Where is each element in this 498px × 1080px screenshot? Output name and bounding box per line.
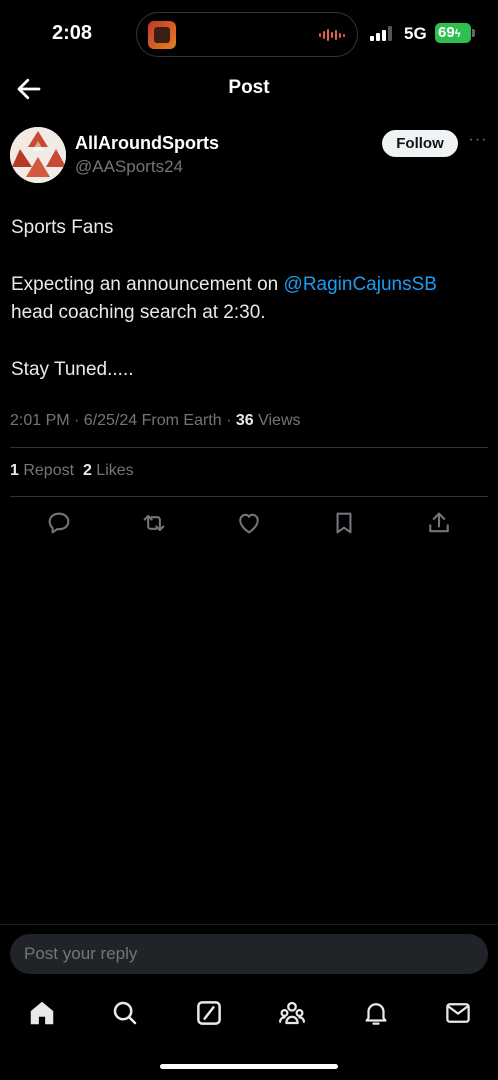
post-line-coaching: head coaching search at 2:30. — [11, 302, 266, 323]
dynamic-island[interactable] — [136, 12, 358, 57]
home-indicator[interactable] — [160, 1064, 338, 1069]
views-count[interactable]: 36 — [236, 412, 254, 429]
repost-icon — [143, 514, 165, 532]
grok-icon — [197, 1001, 221, 1025]
reposts-label[interactable]: Repost — [19, 462, 83, 479]
post-text-prefix: Expecting an announcement on — [11, 274, 284, 295]
engagement-stats: 1 Repost 2 Likes — [10, 462, 134, 480]
post-line-stay-tuned: Stay Tuned..... — [11, 359, 134, 380]
post-text: Sports Fans Expecting an announcement on… — [11, 214, 489, 384]
mention-link[interactable]: @RaginCajunsSB — [284, 274, 437, 295]
nav-messages[interactable] — [443, 998, 473, 1028]
bookmark-button[interactable] — [330, 509, 358, 537]
post-line-announcement: Expecting an announcement on @RaginCajun… — [11, 271, 489, 299]
likes-count[interactable]: 2 — [83, 462, 92, 479]
home-icon — [30, 1001, 54, 1025]
signal-icon — [370, 25, 392, 41]
battery-icon: 69ϟ — [435, 23, 475, 43]
divider — [0, 924, 498, 925]
divider — [10, 496, 488, 497]
views-label: Views — [253, 412, 301, 429]
now-playing-artwork — [148, 21, 176, 49]
bookmark-icon — [336, 512, 352, 534]
nav-notifications[interactable] — [361, 998, 391, 1028]
post-actions-bar — [0, 505, 498, 541]
status-bar: 2:08 5G 69ϟ — [0, 0, 498, 68]
network-type: 5G — [404, 24, 427, 43]
avatar[interactable] — [10, 127, 66, 183]
nav-grok[interactable] — [194, 998, 224, 1028]
nav-communities[interactable] — [277, 998, 307, 1028]
post-timestamp: 2:01 PM · 6/25/24 From Earth · — [10, 412, 236, 429]
author-display-name[interactable]: AllAroundSports — [75, 133, 219, 154]
follow-button[interactable]: Follow — [382, 130, 458, 157]
likes-label[interactable]: Likes — [92, 462, 133, 479]
messages-icon — [446, 1003, 470, 1023]
reply-placeholder: Post your reply — [24, 944, 138, 963]
share-icon — [429, 512, 449, 533]
like-icon — [239, 513, 259, 534]
bottom-navigation — [0, 990, 498, 1040]
repost-button[interactable] — [140, 509, 168, 537]
nav-home[interactable] — [27, 998, 57, 1028]
nav-search[interactable] — [110, 998, 140, 1028]
like-button[interactable] — [235, 509, 263, 537]
reply-input[interactable]: Post your reply — [10, 934, 488, 974]
more-options-icon[interactable]: ··· — [466, 132, 490, 152]
reposts-count[interactable]: 1 — [10, 462, 19, 479]
search-icon — [113, 1001, 137, 1025]
battery-level: 69 — [438, 24, 455, 41]
avatar-logo-icon — [10, 127, 66, 183]
share-button[interactable] — [425, 509, 453, 537]
audio-waveform-icon — [319, 28, 345, 42]
notifications-icon — [365, 1003, 387, 1025]
post-line-greeting: Sports Fans — [11, 217, 114, 238]
top-bar: Post — [0, 68, 498, 110]
reply-button[interactable] — [45, 509, 73, 537]
post-metadata: 2:01 PM · 6/25/24 From Earth · 36 Views — [10, 412, 301, 430]
author-handle[interactable]: @AASports24 — [75, 157, 183, 177]
page-title: Post — [228, 77, 270, 98]
communities-icon — [279, 1001, 305, 1025]
reply-icon — [48, 512, 70, 534]
status-time: 2:08 — [52, 22, 93, 44]
divider — [10, 447, 488, 448]
